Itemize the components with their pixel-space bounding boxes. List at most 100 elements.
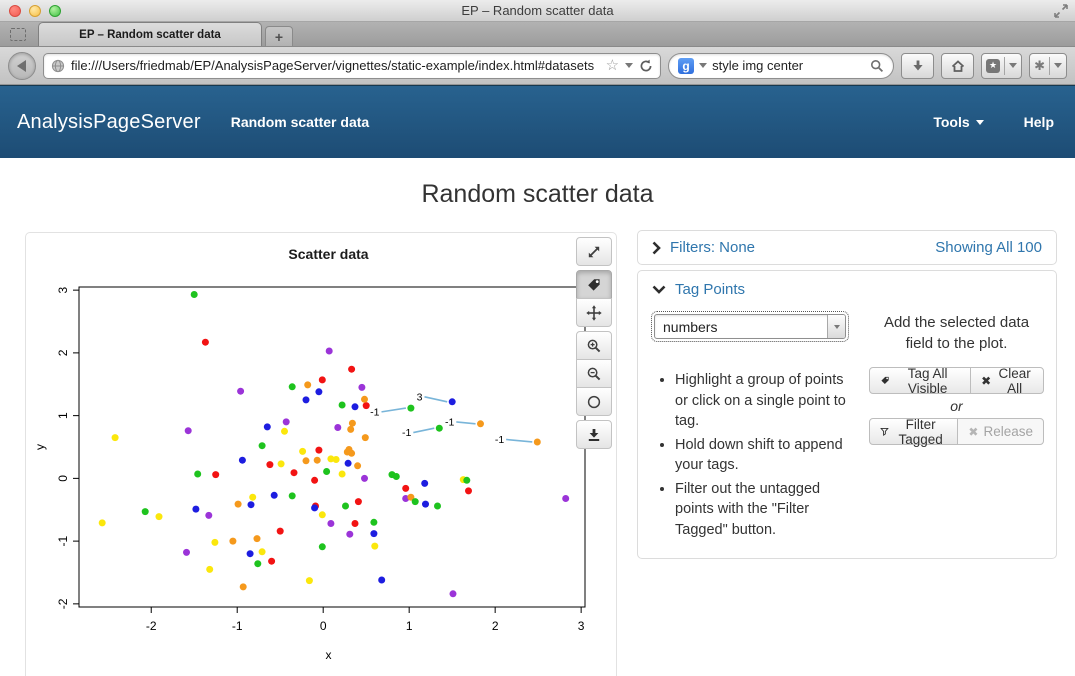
fullscreen-icon[interactable] xyxy=(1054,4,1068,23)
scatter-point[interactable] xyxy=(235,501,242,508)
scatter-point[interactable] xyxy=(281,428,288,435)
scatter-plot[interactable]: Scatter data-2-10123x-2-10123y-13-1-1-1 xyxy=(26,233,616,676)
scatter-point[interactable] xyxy=(422,501,429,508)
scatter-point[interactable] xyxy=(311,504,318,511)
search-icon[interactable] xyxy=(870,59,884,73)
scatter-point[interactable] xyxy=(240,583,247,590)
scatter-point[interactable] xyxy=(463,477,470,484)
scatter-point[interactable] xyxy=(370,519,377,526)
search-bar[interactable]: g style img center xyxy=(668,53,894,79)
scatter-point[interactable] xyxy=(326,348,333,355)
scatter-point[interactable] xyxy=(289,492,296,499)
scatter-point[interactable] xyxy=(361,396,368,403)
scatter-point[interactable] xyxy=(156,513,163,520)
tag-mode-button[interactable] xyxy=(576,270,612,299)
expand-plot-button[interactable] xyxy=(576,237,612,266)
scatter-point[interactable] xyxy=(434,503,441,510)
reload-icon[interactable] xyxy=(639,59,653,73)
scatter-point[interactable] xyxy=(283,418,290,425)
search-input[interactable]: style img center xyxy=(712,58,865,73)
pan-button[interactable] xyxy=(576,298,612,327)
addon-button[interactable]: ✱ xyxy=(1029,53,1067,79)
scatter-point[interactable] xyxy=(355,498,362,505)
scatter-point[interactable] xyxy=(342,503,349,510)
scatter-point[interactable] xyxy=(205,512,212,519)
scatter-point[interactable] xyxy=(363,402,370,409)
tag-label[interactable]: -1 xyxy=(402,427,411,439)
scatter-point[interactable] xyxy=(534,439,541,446)
scatter-point[interactable] xyxy=(319,511,326,518)
url-bar[interactable]: file:///Users/friedmab/EP/AnalysisPageSe… xyxy=(43,53,661,79)
scatter-point[interactable] xyxy=(412,498,419,505)
search-engine-dropdown-icon[interactable] xyxy=(699,63,707,68)
scatter-point[interactable] xyxy=(378,577,385,584)
scatter-point[interactable] xyxy=(393,473,400,480)
scatter-point[interactable] xyxy=(339,471,346,478)
scatter-point[interactable] xyxy=(303,457,310,464)
scatter-point[interactable] xyxy=(314,457,321,464)
scatter-point[interactable] xyxy=(192,506,199,513)
scatter-point[interactable] xyxy=(450,590,457,597)
scatter-point[interactable] xyxy=(191,291,198,298)
nav-current-page[interactable]: Random scatter data xyxy=(231,114,369,130)
scatter-point[interactable] xyxy=(370,530,377,537)
scatter-point[interactable] xyxy=(142,508,149,515)
scatter-point[interactable] xyxy=(345,460,352,467)
scatter-point[interactable] xyxy=(315,447,322,454)
tag-label[interactable]: -1 xyxy=(445,416,454,428)
scatter-point[interactable] xyxy=(465,487,472,494)
filters-label[interactable]: Filters: None xyxy=(670,239,755,256)
scatter-point[interactable] xyxy=(247,550,254,557)
scatter-point[interactable] xyxy=(229,538,236,545)
scatter-point[interactable] xyxy=(259,548,266,555)
tag-label[interactable]: -1 xyxy=(370,406,379,418)
scatter-point[interactable] xyxy=(249,494,256,501)
scatter-point[interactable] xyxy=(344,449,351,456)
scatter-point[interactable] xyxy=(289,383,296,390)
zoom-reset-button[interactable] xyxy=(576,387,612,416)
scatter-point[interactable] xyxy=(277,528,284,535)
scatter-point[interactable] xyxy=(323,468,330,475)
scatter-point[interactable] xyxy=(339,402,346,409)
url-text[interactable]: file:///Users/friedmab/EP/AnalysisPageSe… xyxy=(71,58,600,73)
release-button[interactable]: ✖ Release xyxy=(957,418,1044,445)
scatter-point[interactable] xyxy=(311,477,318,484)
scatter-point[interactable] xyxy=(407,405,414,412)
scatter-point[interactable] xyxy=(334,424,341,431)
scatter-point[interactable] xyxy=(266,461,273,468)
select-arrow-button[interactable] xyxy=(827,315,845,338)
scatter-point[interactable] xyxy=(327,520,334,527)
tag-all-visible-button[interactable]: Tag All Visible xyxy=(869,367,971,394)
scatter-point[interactable] xyxy=(348,366,355,373)
downloads-button[interactable] xyxy=(901,53,934,79)
scatter-point[interactable] xyxy=(333,456,340,463)
scatter-point[interactable] xyxy=(112,434,119,441)
zoom-in-button[interactable] xyxy=(576,331,612,360)
scatter-point[interactable] xyxy=(346,531,353,538)
scatter-point[interactable] xyxy=(194,471,201,478)
nav-tools-menu[interactable]: Tools xyxy=(933,114,983,130)
bookmarks-button[interactable]: ★ xyxy=(981,53,1022,79)
scatter-point[interactable] xyxy=(259,442,266,449)
scatter-point[interactable] xyxy=(248,501,255,508)
scatter-point[interactable] xyxy=(237,388,244,395)
filters-panel[interactable]: Filters: None Showing All 100 xyxy=(637,230,1057,265)
tab-groups-icon[interactable] xyxy=(10,28,26,41)
scatter-point[interactable] xyxy=(303,396,310,403)
tag-label[interactable]: -1 xyxy=(495,434,504,446)
filter-tagged-button[interactable]: Filter Tagged xyxy=(869,418,958,445)
scatter-point[interactable] xyxy=(306,577,313,584)
zoom-out-button[interactable] xyxy=(576,359,612,388)
scatter-point[interactable] xyxy=(99,519,106,526)
clear-all-button[interactable]: ✖ Clear All xyxy=(970,367,1044,394)
back-button[interactable] xyxy=(8,52,36,80)
scatter-point[interactable] xyxy=(278,460,285,467)
scatter-point[interactable] xyxy=(347,426,354,433)
scatter-point[interactable] xyxy=(206,566,213,573)
scatter-point[interactable] xyxy=(319,543,326,550)
bookmarks-dropdown-icon[interactable] xyxy=(1009,63,1017,68)
scatter-point[interactable] xyxy=(352,403,359,410)
scatter-point[interactable] xyxy=(254,535,261,542)
scatter-point[interactable] xyxy=(268,558,275,565)
scatter-point[interactable] xyxy=(211,539,218,546)
